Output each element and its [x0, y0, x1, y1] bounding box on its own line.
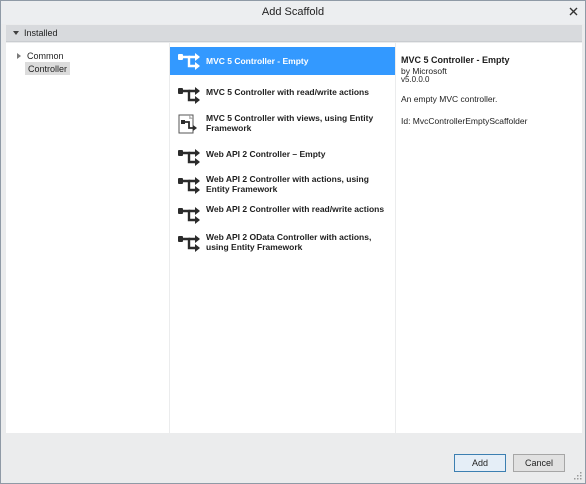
scaffold-item-webapi2-actions-ef[interactable]: Web API 2 Controller with actions, using… — [170, 171, 395, 201]
details-description: An empty MVC controller. — [401, 94, 498, 104]
controller-icon — [178, 207, 200, 224]
scaffold-list: MVC 5 Controller - Empty MVC 5 Controlle… — [170, 43, 395, 433]
scaffold-item-webapi2-readwrite[interactable]: Web API 2 Controller with read/write act… — [170, 201, 395, 229]
controller-icon — [178, 53, 200, 70]
scaffold-item-label: Web API 2 OData Controller with actions,… — [206, 232, 372, 252]
scaffold-item-mvc5-views-ef[interactable]: MVC 5 Controller with views, using Entit… — [170, 109, 395, 139]
scaffold-item-label: Web API 2 Controller with read/write act… — [206, 204, 385, 214]
installed-label: Installed — [24, 28, 58, 38]
scaffold-item-label: MVC 5 Controller - Empty — [206, 56, 309, 66]
expand-arrow-icon[interactable] — [17, 52, 21, 59]
collapse-triangle-icon — [13, 31, 19, 35]
add-scaffold-dialog: Add Scaffold Installed Common Controller — [0, 0, 586, 484]
controller-icon — [178, 149, 200, 166]
details-title: MVC 5 Controller - Empty — [401, 55, 510, 65]
controller-icon — [178, 235, 200, 252]
scaffold-item-mvc5-readwrite[interactable]: MVC 5 Controller with read/write actions — [170, 81, 395, 105]
category-tree: Common Controller — [6, 43, 169, 433]
scaffold-item-label: MVC 5 Controller with read/write actions — [206, 87, 369, 97]
scaffold-item-mvc5-empty[interactable]: MVC 5 Controller - Empty — [170, 47, 395, 75]
scaffold-item-webapi2-empty[interactable]: Web API 2 Controller – Empty — [170, 143, 395, 169]
cancel-button[interactable]: Cancel — [513, 454, 565, 472]
close-button[interactable] — [566, 5, 581, 18]
tree-item-label: Common — [27, 50, 64, 61]
tree-item-label: Controller — [28, 63, 68, 74]
scaffold-item-label: MVC 5 Controller with views, using Entit… — [206, 113, 374, 133]
resize-grip-icon[interactable] — [572, 470, 582, 480]
scaffold-details: MVC 5 Controller - Empty by Microsoft v5… — [396, 43, 582, 433]
title-bar[interactable]: Add Scaffold — [1, 1, 585, 24]
installed-section-header[interactable]: Installed — [6, 25, 582, 42]
scaffold-item-label: Web API 2 Controller – Empty — [206, 149, 326, 159]
controller-views-icon — [178, 114, 197, 134]
controller-icon — [178, 87, 200, 104]
controller-icon — [178, 177, 200, 194]
details-version: v5.0.0.0 — [401, 75, 430, 84]
close-icon — [569, 7, 578, 16]
dialog-title: Add Scaffold — [261, 6, 325, 18]
scaffold-item-label: Web API 2 Controller with actions, using… — [206, 174, 369, 194]
add-button[interactable]: Add — [454, 454, 506, 472]
scaffold-item-webapi2-odata-ef[interactable]: Web API 2 OData Controller with actions,… — [170, 229, 395, 259]
tree-item-common[interactable]: Common — [17, 49, 64, 62]
details-id: Id: MvcControllerEmptyScaffolder — [401, 116, 528, 126]
tree-item-controller[interactable]: Controller — [25, 62, 71, 75]
